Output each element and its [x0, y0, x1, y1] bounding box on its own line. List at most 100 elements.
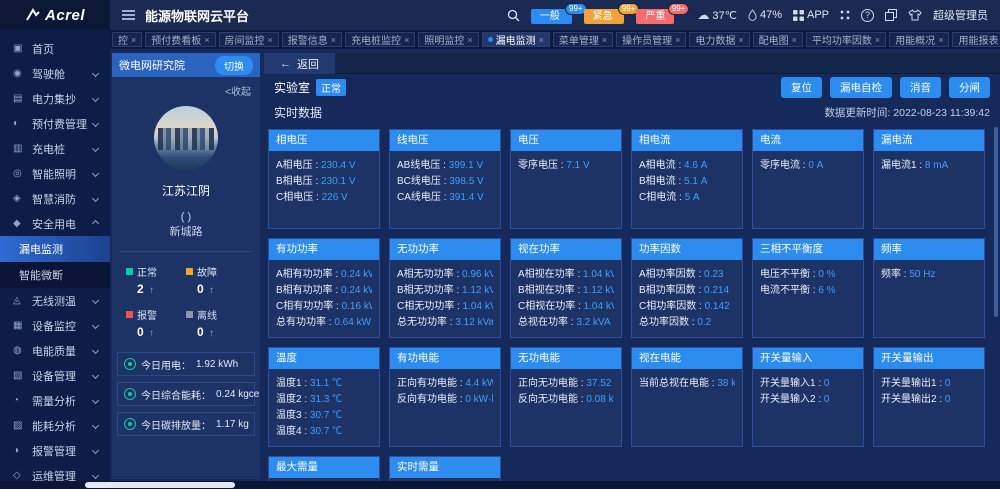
card-row-label: 温度4: [276, 426, 310, 437]
alarm-badge[interactable]: 一般 99+: [531, 9, 572, 24]
card-row: 开关量输入10: [760, 376, 856, 392]
card-row-value: 5 A: [685, 192, 700, 203]
tab[interactable]: 房间监控 ×: [219, 32, 279, 47]
data-card: 漏电流 漏电流18 mA: [873, 129, 985, 229]
device-action-button[interactable]: 消音: [900, 77, 941, 98]
sidebar-item[interactable]: 漏电监测: [0, 236, 110, 262]
horizontal-scrollbar-track[interactable]: [0, 481, 1000, 489]
sidebar-item[interactable]: ◐ 预付费管理: [0, 111, 110, 136]
sidebar-item-icon: ◆: [13, 218, 28, 229]
chevron-icon: [92, 472, 99, 479]
sidebar-item[interactable]: ▨ 能耗分析: [0, 413, 110, 438]
tab-close-icon[interactable]: ×: [539, 35, 544, 45]
card-row-label: A相无功功率: [397, 269, 462, 280]
alarm-badge[interactable]: 紧急 99+: [584, 9, 625, 24]
app-download-button[interactable]: APP: [793, 9, 829, 21]
switch-site-button[interactable]: 切换: [215, 56, 253, 75]
tab-close-icon[interactable]: ×: [467, 35, 472, 45]
tab[interactable]: 配电图 ×: [753, 32, 803, 47]
tab[interactable]: 照明监控 ×: [418, 32, 478, 47]
collapse-panel-link[interactable]: <收起: [112, 77, 260, 98]
device-action-button[interactable]: 漏电自检: [830, 77, 892, 98]
tab-close-icon[interactable]: ×: [204, 35, 209, 45]
sidebar-item[interactable]: ◍ 电能质量: [0, 338, 110, 363]
device-action-button[interactable]: 分闸: [949, 77, 990, 98]
card-row-label: 总视在功率: [518, 317, 576, 328]
card-body: AB线电压399.1 V BC线电压398.5 V CA线电压391.4 V: [390, 151, 500, 206]
sidebar-item[interactable]: ◉ 驾驶舱: [0, 61, 110, 86]
sidebar-nav: ▣ 首页 ◉ 驾驶舱 ▤ 电力集抄 ◐ 预付费管理: [0, 30, 110, 489]
sidebar-item-label: 安全用电: [32, 216, 76, 232]
sidebar-item[interactable]: ▣ 首页: [0, 36, 110, 61]
status-color-square: [126, 311, 133, 318]
theme-shirt-icon[interactable]: [908, 9, 922, 21]
tab[interactable]: 操作员管理 ×: [616, 32, 686, 47]
data-card: 电流 零序电流0 A: [752, 129, 864, 229]
search-icon[interactable]: [507, 9, 520, 22]
card-row: 电压不平衡0 %: [760, 267, 856, 283]
tab-label: 房间监控: [225, 32, 265, 47]
status-stat-value: 0: [137, 325, 144, 339]
sidebar-item[interactable]: ▦ 设备监控: [0, 313, 110, 338]
back-button[interactable]: ← 返回: [264, 53, 335, 74]
sidebar-item[interactable]: ◆ 安全用电: [0, 211, 110, 236]
tab[interactable]: 漏电监测 ×: [482, 32, 550, 47]
tab[interactable]: 菜单管理 ×: [553, 32, 613, 47]
collapse-menu-icon[interactable]: [122, 10, 135, 20]
device-action-button[interactable]: 复位: [781, 77, 822, 98]
sidebar-item-icon: ▣: [13, 43, 28, 54]
cloud-icon: ☁: [697, 8, 709, 22]
sidebar-item[interactable]: ▧ 设备管理: [0, 363, 110, 388]
card-title: 三相不平衡度: [753, 239, 863, 260]
tab-close-icon[interactable]: ×: [792, 35, 797, 45]
tab-close-icon[interactable]: ×: [268, 35, 273, 45]
site-subtitle: ( ): [112, 211, 260, 223]
chevron-icon: [92, 397, 99, 404]
horizontal-scrollbar-thumb[interactable]: [85, 482, 235, 488]
device-status-stats: 正常 2 ↑ 故障 0: [112, 252, 260, 339]
sidebar-item[interactable]: ◎ 智能照明: [0, 161, 110, 186]
sidebar-item[interactable]: 智能微断: [0, 262, 110, 288]
layers-icon[interactable]: [885, 9, 897, 21]
sidebar-item[interactable]: ◔ 需量分析: [0, 388, 110, 413]
card-row-label: 反向无功电能: [518, 394, 586, 405]
today-metric-row: 今日综合能耗 0.24 kgce: [117, 382, 255, 406]
fullscreen-icon[interactable]: [840, 10, 850, 20]
alarm-badge[interactable]: 严重 99+: [636, 9, 674, 24]
vertical-scrollbar[interactable]: [994, 127, 998, 317]
tab-close-icon[interactable]: ×: [938, 35, 943, 45]
tab-close-icon[interactable]: ×: [131, 35, 136, 45]
current-user[interactable]: 超级管理员: [933, 7, 988, 23]
card-title: 相电流: [632, 130, 742, 151]
tab[interactable]: 充电桩监控 ×: [345, 32, 415, 47]
tab[interactable]: 电力数据 ×: [689, 32, 749, 47]
tab-close-icon[interactable]: ×: [331, 35, 336, 45]
card-row-value: 3.12 kVar: [455, 317, 493, 328]
tab[interactable]: 预付费看板 ×: [145, 32, 215, 47]
sidebar-item[interactable]: ▥ 充电桩: [0, 136, 110, 161]
help-icon[interactable]: ?: [861, 9, 874, 22]
tab-close-icon[interactable]: ×: [875, 35, 880, 45]
tab-close-icon[interactable]: ×: [738, 35, 743, 45]
sidebar-item[interactable]: ◬ 无线测温: [0, 288, 110, 313]
card-row-value: 1.04 kVA: [583, 269, 614, 280]
back-label: 返回: [297, 56, 319, 72]
energy-circle-icon: [124, 358, 136, 370]
sidebar-item[interactable]: ▤ 电力集抄: [0, 86, 110, 111]
tab[interactable]: 控 ×: [112, 32, 142, 47]
sidebar-item[interactable]: ◑ 报警管理: [0, 438, 110, 463]
card-row-label: A相功率因数: [639, 269, 704, 280]
sidebar-item[interactable]: ◈ 智慧消防: [0, 186, 110, 211]
alarm-badge-label: 严重: [645, 11, 665, 22]
tab[interactable]: 平均功率因数 ×: [806, 32, 886, 47]
status-stat-label: 离线: [197, 307, 217, 322]
tab-close-icon[interactable]: ×: [675, 35, 680, 45]
card-body: 零序电压7.1 V: [511, 151, 621, 174]
tab[interactable]: 用能概况 ×: [889, 32, 949, 47]
tab-close-icon[interactable]: ×: [404, 35, 409, 45]
tab-close-icon[interactable]: ×: [602, 35, 607, 45]
tab[interactable]: 用能报表 ×: [952, 32, 1000, 47]
site-photo-skyline: [158, 128, 214, 150]
tab[interactable]: 报警信息 ×: [282, 32, 342, 47]
card-row: B相无功功率1.12 kVar: [397, 283, 493, 299]
